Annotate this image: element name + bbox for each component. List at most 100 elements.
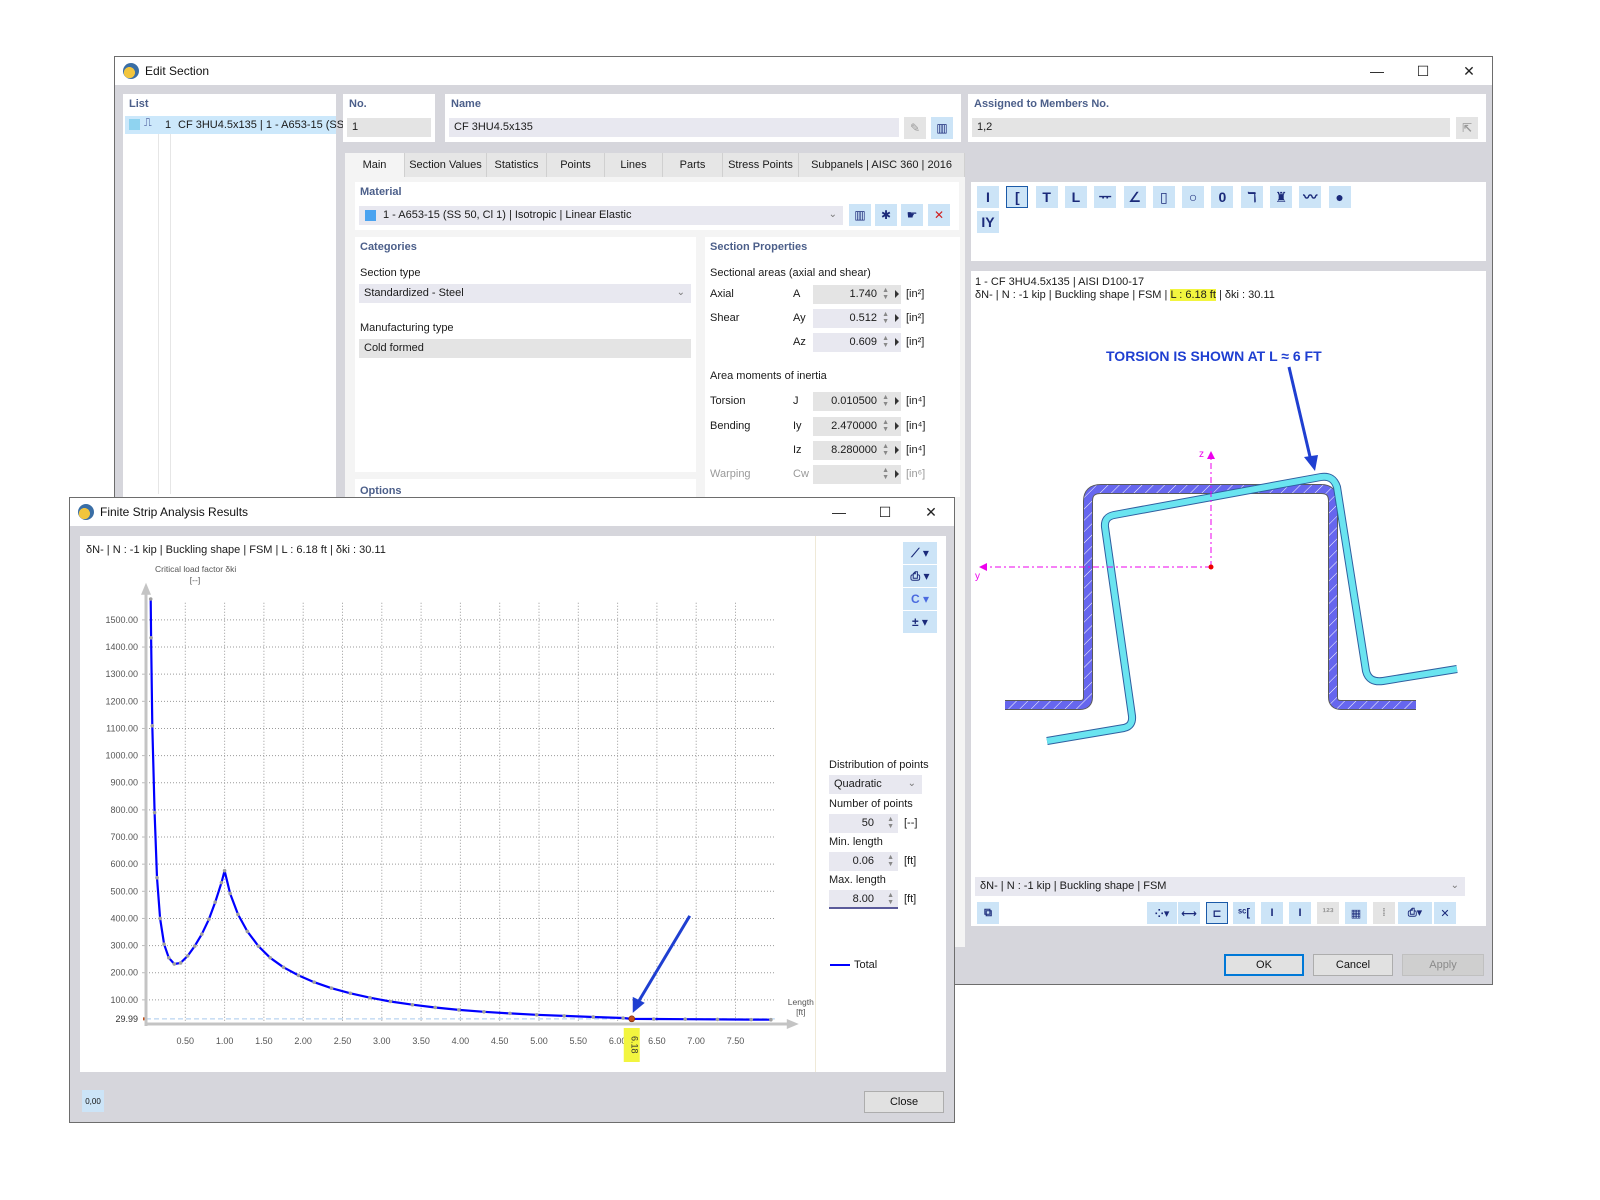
list-item[interactable]: ⎍ 1 CF 3HU4.5x135 | 1 - A653-15 (SS <box>125 116 344 134</box>
material-library-button[interactable]: ▥ <box>849 204 871 226</box>
spinner-icon[interactable]: ▲ ▼ <box>882 287 889 301</box>
name-field[interactable]: CF 3HU4.5x135 <box>449 118 899 137</box>
new-material-button[interactable]: ✱ <box>875 204 897 226</box>
minimize-button[interactable]: — <box>1354 57 1400 85</box>
spinner-icon[interactable]: ▲ ▼ <box>882 467 889 481</box>
dimension-button[interactable]: ⟷ <box>1178 902 1200 924</box>
shape-rectangle-icon[interactable]: ▯ <box>1152 186 1175 208</box>
prop-value-field[interactable]: 0.010500 ▲ ▼ <box>813 392 901 411</box>
fsa-minimize-button[interactable]: — <box>816 498 862 526</box>
shape-rail-icon[interactable]: ♜ <box>1270 186 1292 208</box>
result-select[interactable]: δN- | N : -1 kip | Buckling shape | FSM … <box>975 877 1465 896</box>
delete-material-button[interactable]: ✕ <box>928 204 950 226</box>
spinner-icon[interactable]: ▲ ▼ <box>887 816 894 830</box>
y-axis-label: y <box>975 571 980 582</box>
tab-statistics[interactable]: Statistics <box>487 153 547 177</box>
legend-line-total <box>830 964 850 966</box>
number-field[interactable]: 1 <box>347 118 431 137</box>
spinner-icon[interactable]: ▲ ▼ <box>887 892 894 906</box>
spinner-icon[interactable]: ▲ ▼ <box>882 311 889 325</box>
grid-button[interactable]: ▦ <box>1345 902 1367 924</box>
num-points-input[interactable]: 50 ▲ ▼ <box>829 814 898 833</box>
prop-value-field[interactable]: 2.470000 ▲ ▼ <box>813 417 901 436</box>
x-tick-label: 2.00 <box>294 1036 312 1046</box>
print-button[interactable]: ⎙ ▾ <box>903 565 937 587</box>
assigned-members-field[interactable]: 1,2 <box>972 118 1450 137</box>
shape-angle-icon[interactable]: L <box>1064 186 1087 208</box>
print-button[interactable]: ⎙▾ <box>1398 902 1432 924</box>
x-tick-label: 3.00 <box>373 1036 391 1046</box>
dimension-lines-button[interactable]: I <box>1261 902 1283 924</box>
shape-channel-icon[interactable]: [ <box>1006 186 1029 208</box>
shear-center-button[interactable]: ˢᶜ[ <box>1233 902 1255 924</box>
shape-rod-icon[interactable]: ● <box>1328 186 1351 208</box>
color-button[interactable]: C ▾ <box>903 588 937 610</box>
tab-stress-points[interactable]: Stress Points <box>723 153 799 177</box>
cancel-button[interactable]: Cancel <box>1313 954 1393 976</box>
shape-t-section-icon[interactable]: T <box>1035 186 1058 208</box>
tab-lines[interactable]: Lines <box>605 153 663 177</box>
material-select[interactable]: 1 - A653-15 (SS 50, Cl 1) | Isotropic | … <box>359 206 843 225</box>
min-length-input[interactable]: 0.06 ▲ ▼ <box>829 852 898 871</box>
shape-pipe-icon[interactable]: 0 <box>1211 186 1234 208</box>
edit-material-button[interactable]: ☛ <box>901 204 923 226</box>
expand-arrow-icon[interactable] <box>895 338 899 346</box>
scale-button[interactable]: ± ▾ <box>903 611 937 633</box>
points-dropdown-button[interactable]: ⁘▾ <box>1147 902 1177 924</box>
shape-circle-icon[interactable]: ○ <box>1182 186 1205 208</box>
apply-button[interactable]: Apply <box>1402 954 1484 976</box>
tab-subpanels[interactable]: Subpanels | AISC 360 | 2016 <box>799 153 965 177</box>
fsa-close-window-button[interactable]: ✕ <box>908 498 954 526</box>
distribution-select[interactable]: Quadratic ⌄ <box>829 775 922 794</box>
shape-combined-icon[interactable]: IY <box>977 211 999 233</box>
edit-name-button[interactable]: ✎ <box>904 117 926 139</box>
expand-arrow-icon[interactable] <box>895 314 899 322</box>
shape-double-t-icon[interactable]: ᅲ <box>1094 186 1117 208</box>
tab-main[interactable]: Main <box>345 153 405 177</box>
axes-button[interactable]: ⊏ <box>1206 902 1228 924</box>
shape-i-section-icon[interactable]: I <box>977 186 999 208</box>
fsa-maximize-button[interactable]: ☐ <box>862 498 908 526</box>
view-options-button[interactable]: ⧉ <box>977 902 999 924</box>
prop-value-field[interactable]: 8.280000 ▲ ▼ <box>813 441 901 460</box>
expand-arrow-icon[interactable] <box>895 290 899 298</box>
spinner-icon[interactable]: ▲ ▼ <box>882 419 889 433</box>
data-point <box>562 1014 566 1018</box>
decimal-places-button[interactable]: 0,00 <box>82 1090 104 1112</box>
section-outline-button[interactable]: I <box>1289 902 1311 924</box>
prop-value-field[interactable]: 1.740 ▲ ▼ <box>813 285 901 304</box>
tab-points[interactable]: Points <box>547 153 605 177</box>
max-length-input[interactable]: 8.00 ▲ ▼ <box>829 890 898 909</box>
reset-button[interactable]: ✕ <box>1434 902 1456 924</box>
stress-points-button[interactable]: ⁞ <box>1373 902 1395 924</box>
expand-arrow-icon[interactable] <box>895 470 899 478</box>
shape-unequal-angle-icon[interactable]: ∠ <box>1123 186 1146 208</box>
prop-value-field[interactable]: 0.609 ▲ ▼ <box>813 333 901 352</box>
manufacturing-type-field[interactable]: Cold formed <box>359 339 691 358</box>
x-tick-label: 4.50 <box>491 1036 509 1046</box>
list-item-text: CF 3HU4.5x135 | 1 - A653-15 (SS <box>178 119 345 131</box>
expand-arrow-icon[interactable] <box>895 397 899 405</box>
tab-section-values[interactable]: Section Values <box>405 153 487 177</box>
fsa-close-button[interactable]: Close <box>864 1091 944 1113</box>
numbering-button[interactable]: ¹²³ <box>1317 902 1339 924</box>
spinner-icon[interactable]: ▲ ▼ <box>882 335 889 349</box>
tab-parts[interactable]: Parts <box>663 153 723 177</box>
spinner-icon[interactable]: ▲ ▼ <box>882 394 889 408</box>
maximize-button[interactable]: ☐ <box>1400 57 1446 85</box>
section-type-select[interactable]: Standardized - Steel ⌄ <box>359 284 691 303</box>
library-button[interactable]: ▥ <box>931 117 953 139</box>
ok-button[interactable]: OK <box>1224 954 1304 976</box>
axis-settings-button[interactable]: ⟋ ▾ <box>903 542 937 564</box>
expand-arrow-icon[interactable] <box>895 422 899 430</box>
prop-value-field[interactable]: ▲ ▼ <box>813 465 901 484</box>
prop-value-field[interactable]: 0.512 ▲ ▼ <box>813 309 901 328</box>
shape-z-section-icon[interactable]: ℸ <box>1240 186 1263 208</box>
shape-corrugated-icon[interactable]: 〰 <box>1299 186 1322 208</box>
chart-side-divider <box>815 536 816 1072</box>
expand-arrow-icon[interactable] <box>895 446 899 454</box>
spinner-icon[interactable]: ▲ ▼ <box>887 854 894 868</box>
spinner-icon[interactable]: ▲ ▼ <box>882 443 889 457</box>
close-window-button[interactable]: ✕ <box>1446 57 1492 85</box>
select-members-button[interactable]: ⇱ <box>1456 117 1478 139</box>
